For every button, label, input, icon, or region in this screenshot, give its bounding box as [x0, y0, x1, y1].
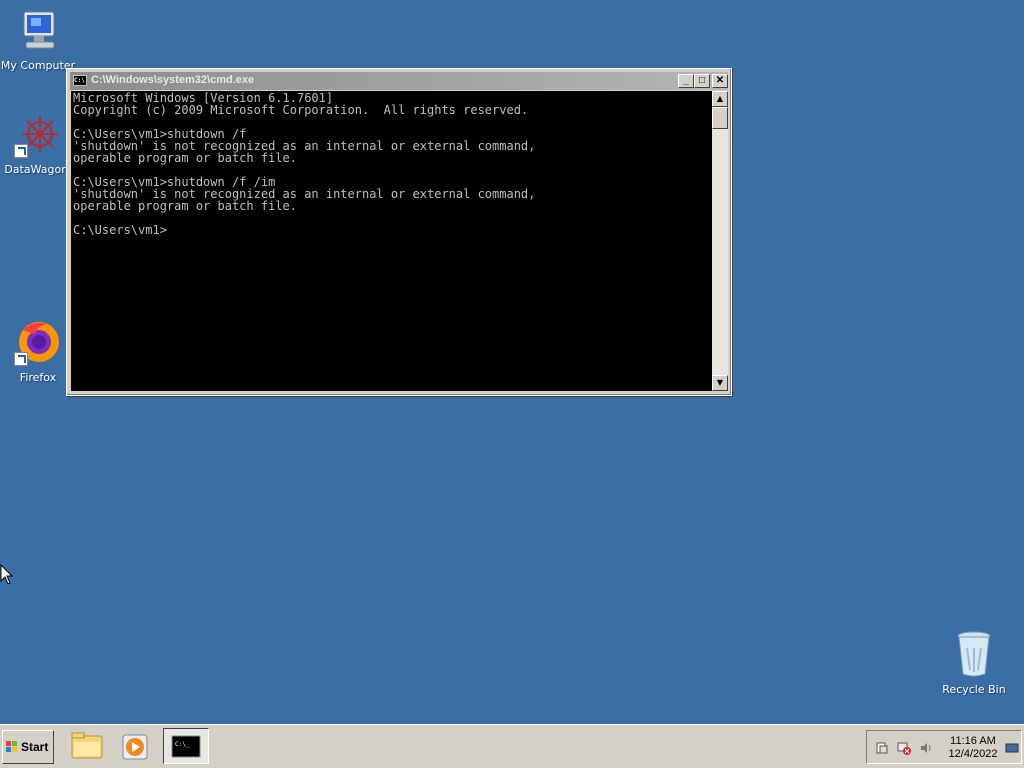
window-title: C:\Windows\system32\cmd.exe [91, 74, 255, 86]
taskbar: Start C:\_ 11:16 AM 12/4/2022 [0, 724, 1024, 768]
desktop-icon-recycle-bin[interactable]: Recycle Bin [936, 630, 1012, 696]
svg-text:C:\_: C:\_ [175, 741, 190, 748]
recycle-bin-icon [957, 631, 991, 677]
start-label: Start [21, 740, 49, 754]
scroll-down-button[interactable]: ▼ [712, 375, 728, 391]
network-error-icon[interactable] [897, 741, 911, 755]
console-line: operable program or batch file. [73, 199, 297, 213]
vertical-scrollbar[interactable]: ▲ ▼ [712, 91, 728, 391]
desktop-icon-datawagon[interactable]: DataWagon. [0, 112, 76, 176]
cmd-window[interactable]: C:\ C:\Windows\system32\cmd.exe _ □ ✕ Mi… [66, 68, 732, 396]
window-titlebar[interactable]: C:\ C:\Windows\system32\cmd.exe _ □ ✕ [70, 72, 728, 90]
desktop-icon-label: Recycle Bin [942, 683, 1006, 696]
clock[interactable]: 11:16 AM 12/4/2022 [943, 735, 1003, 761]
console-line: C:\Users\vm1> [73, 223, 167, 237]
clock-date: 12/4/2022 [948, 748, 998, 760]
scroll-thumb[interactable] [712, 107, 728, 129]
volume-icon[interactable] [919, 741, 933, 755]
maximize-button[interactable]: □ [694, 74, 710, 88]
shortcut-arrow-icon [14, 144, 28, 158]
minimize-button[interactable]: _ [678, 74, 694, 88]
start-button[interactable]: Start [2, 730, 54, 764]
scroll-up-button[interactable]: ▲ [712, 91, 728, 107]
desktop-icon-label: DataWagon. [4, 163, 72, 176]
desktop-icon-label: Firefox [19, 371, 57, 384]
clock-time: 11:16 AM [950, 735, 996, 747]
media-player-icon [122, 734, 148, 760]
cmd-icon: C:\ [73, 75, 87, 86]
shortcut-arrow-icon [14, 352, 28, 366]
desktop-icon-label: My Computer [0, 59, 76, 72]
cmd-icon: C:\_ [171, 735, 201, 758]
computer-icon [23, 11, 55, 49]
system-tray: 11:16 AM 12/4/2022 [866, 730, 1022, 764]
console-line: operable program or batch file. [73, 151, 297, 165]
show-desktop-icon[interactable] [1005, 741, 1019, 755]
desktop-icon-my-computer[interactable]: My Computer [0, 8, 76, 72]
close-button[interactable]: ✕ [712, 74, 728, 88]
taskbar-cmd[interactable]: C:\_ [163, 728, 209, 764]
desktop-icon-firefox[interactable]: Firefox [0, 318, 76, 384]
windows-flag-icon [6, 741, 18, 753]
action-center-icon[interactable] [875, 741, 889, 755]
mouse-cursor-icon [0, 564, 14, 585]
console-line: Copyright (c) 2009 Microsoft Corporation… [73, 103, 529, 117]
taskbar-explorer[interactable] [64, 728, 110, 764]
console-output[interactable]: Microsoft Windows [Version 6.1.7601] Copy… [71, 91, 712, 391]
folder-icon [71, 732, 103, 759]
taskbar-media-player[interactable] [112, 728, 158, 764]
